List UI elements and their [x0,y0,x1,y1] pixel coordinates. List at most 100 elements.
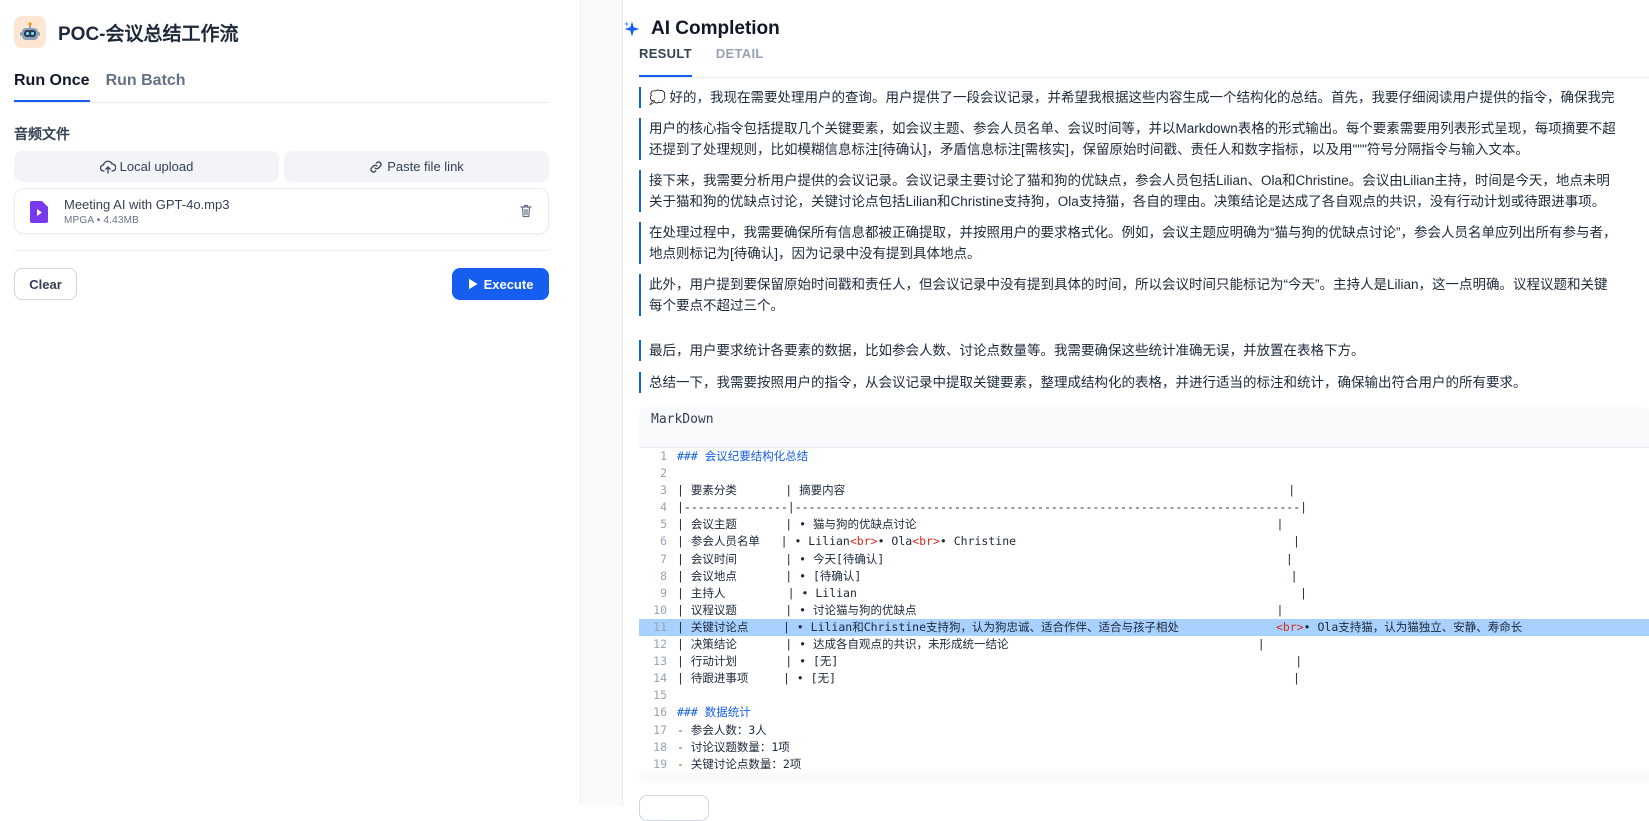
line-content: | 待跟进事项 | • [无] | [677,671,1300,686]
file-size: 4.43MB [103,215,140,226]
thinking-paragraph: 💭 好的，我现在需要处理用户的查询。用户提供了一段会议记录，并希望我根据这些内容… [639,87,1649,108]
tab-run-once[interactable]: Run Once [14,72,90,102]
paste-link-button[interactable]: Paste file link [284,151,549,182]
file-meta-separator: • [96,215,101,226]
line-number: 6 [660,534,667,549]
code-line: 12 | 决策结论 | • 达成各自观点的共识，未形成统一结论 | [639,636,1649,653]
line-number: 1 [660,449,667,463]
line-number: 2 [660,466,667,481]
line-number: 15 [653,688,667,703]
thinking-line: 还提到了处理规则，比如模糊信息标注[待确认]，矛盾信息标注[需核实]，保留原始时… [649,142,1529,157]
line-number: 11 [653,619,667,634]
line-content: ### 数据统计 [677,705,751,720]
code-line: 1 ### 会议纪要结构化总结 [639,448,1649,465]
robot-icon [14,16,46,48]
thinking-paragraph: 用户的核心指令包括提取几个关键要素，如会议主题、参会人员名单、会议时间等，并以M… [639,118,1649,160]
thinking-line: 💭 好的，我现在需要处理用户的查询。用户提供了一段会议记录，并希望我根据这些内容… [649,90,1615,105]
tab-detail[interactable]: DETAIL [716,46,764,77]
line-content: - 讨论议题数量：1项 [677,739,790,754]
thinking-line: 此外，用户提到要保留原始时间戳和责任人，但会议记录中没有提到具体的时间，所以会议… [649,277,1608,292]
execute-button[interactable]: Execute [452,268,549,300]
line-number: 12 [653,637,667,652]
markdown-label: MarkDown [651,412,714,427]
file-type: MPGA [64,215,94,226]
code-line: 8 | 会议地点 | • [待确认] | [639,568,1649,585]
result-panel: AI Completion RESULT DETAIL 💭 好的，我现在需要处理… [582,0,1649,821]
markdown-block: MarkDown 1 ### 会议纪要结构化总结 2 3 | 要素分类 | 摘要内容 |… [639,407,1649,783]
line-number: 14 [653,671,667,686]
line-number: 4 [660,500,667,515]
clear-button[interactable]: Clear [14,268,77,300]
code-line: 9 | 主持人 | • Lilian | [639,585,1649,602]
code-editor[interactable]: 1 ### 会议纪要结构化总结 2 3 | 要素分类 | 摘要内容 | 4 |-------… [639,447,1649,773]
thinking-line: 每个要点不超过三个。 [649,298,784,313]
uploaded-file-card: Meeting AI with GPT-4o.mp3 MPGA • 4.43MB [14,188,549,234]
line-content: | 会议主题 | • 猫与狗的优缺点讨论 | [677,517,1284,532]
line-number: 16 [653,705,667,720]
link-icon [370,160,382,173]
line-number: 8 [660,568,667,583]
thinking-line: 总结一下，我需要按照用户的指令，从会议记录中提取关键要素，整理成结构化的表格，并… [649,375,1527,390]
line-content: | 会议时间 | • 今天[待确认] | [677,551,1293,566]
line-content: | 主持人 | • Lilian | [677,585,1307,600]
line-number: 18 [653,739,667,754]
line-content: |---------------|-----------------------… [677,500,1308,515]
code-line: 7 | 会议时间 | • 今天[待确认] | [639,551,1649,568]
code-line: 2 [639,465,1649,482]
local-upload-label: Local upload [119,159,194,174]
line-number: 10 [653,602,667,617]
code-line: 14 | 待跟进事项 | • [无] | [639,670,1649,687]
code-line: 6 | 参会人员名单 | • Lilian<br>• Ola<br>• Chris… [639,533,1649,550]
result-tabs: RESULT DETAIL [639,46,1649,78]
result-card: AI Completion RESULT DETAIL 💭 好的，我现在需要处理… [622,0,1649,821]
thinking-paragraph: 最后，用户要求统计各要素的数据，比如参会人数、讨论点数量等。我需要确保这些统计准… [639,340,1649,361]
line-number: 7 [660,551,667,566]
tab-run-batch[interactable]: Run Batch [106,72,186,102]
code-line: 10 | 议程议题 | • 讨论猫与狗的优缺点 | [639,602,1649,619]
line-number: 5 [660,517,667,532]
local-upload-button[interactable]: Local upload [14,151,279,182]
code-line: 13 | 行动计划 | • [无] | [639,653,1649,670]
copy-button[interactable] [639,795,709,821]
thinking-paragraph: 总结一下，我需要按照用户的指令，从会议记录中提取关键要素，整理成结构化的表格，并… [639,372,1649,393]
run-mode-tabs: Run Once Run Batch [14,72,549,103]
line-content: | 会议地点 | • [待确认] | [677,568,1298,583]
line-number: 13 [653,654,667,669]
file-name: Meeting AI with GPT-4o.mp3 [64,197,230,212]
thinking-paragraph: 在处理过程中，我需要确保所有信息都被正确提取，并按照用户的要求格式化。例如，会议… [639,222,1649,264]
thinking-line: 用户的核心指令包括提取几个关键要素，如会议主题、参会人员名单、会议时间等，并以M… [649,121,1616,136]
audio-file-icon [30,201,48,223]
line-content: | 关键讨论点 | • Lilian和Christine支持狗，认为狗忠诚、适合… [677,619,1523,634]
line-content: ### 会议纪要结构化总结 [677,449,809,463]
code-line: 15 [639,687,1649,704]
line-content: - 参会人数：3人 [677,722,767,737]
code-line: 18 - 讨论议题数量：1项 [639,739,1649,756]
line-number: 19 [653,756,667,771]
tab-result[interactable]: RESULT [639,46,692,77]
line-content: - 关键讨论点数量：2项 [677,756,802,771]
thinking-paragraph: 接下来，我需要分析用户提供的会议记录。会议记录主要讨论了猫和狗的优缺点，参会人员… [639,170,1649,212]
play-icon [468,278,478,290]
cloud-upload-icon [99,160,116,174]
thinking-paragraph: 此外，用户提到要保留原始时间戳和责任人，但会议记录中没有提到具体的时间，所以会议… [639,274,1649,316]
line-number: 17 [653,722,667,737]
code-line: 3 | 要素分类 | 摘要内容 | [639,482,1649,499]
line-content: | 行动计划 | • [无] | [677,654,1303,669]
input-panel: POC-会议总结工作流 Run Once Run Batch 音频文件 Loca… [0,0,581,805]
trash-icon[interactable] [518,203,534,219]
thinking-line: 在处理过程中，我需要确保所有信息都被正确提取，并按照用户的要求格式化。例如，会议… [649,225,1617,240]
line-content: | 议程议题 | • 讨论猫与狗的优缺点 | [677,602,1284,617]
line-content: | 参会人员名单 | • Lilian<br>• Ola<br>• Christ… [677,534,1300,549]
code-line: 17 - 参会人数：3人 [639,722,1649,739]
thinking-line: 关于猫和狗的优缺点讨论，关键讨论点包括Lilian和Christine支持狗，O… [649,194,1606,209]
thinking-line: 接下来，我需要分析用户提供的会议记录。会议记录主要讨论了猫和狗的优缺点，参会人员… [649,173,1610,188]
thinking-line: 地点则标记为[待确认]，因为记录中没有提到具体地点。 [649,246,981,261]
line-content: | 要素分类 | 摘要内容 | [677,483,1296,498]
thinking-line: 最后，用户要求统计各要素的数据，比如参会人数、讨论点数量等。我需要确保这些统计准… [649,343,1365,358]
file-meta: MPGA • 4.43MB [64,215,139,226]
code-line: 5 | 会议主题 | • 猫与狗的优缺点讨论 | [639,516,1649,533]
code-line: 4 |---------------|----------------------… [639,499,1649,516]
code-line: 16 ### 数据统计 [639,704,1649,721]
app-title: POC-会议总结工作流 [58,23,239,45]
result-header: AI Completion [623,18,780,40]
